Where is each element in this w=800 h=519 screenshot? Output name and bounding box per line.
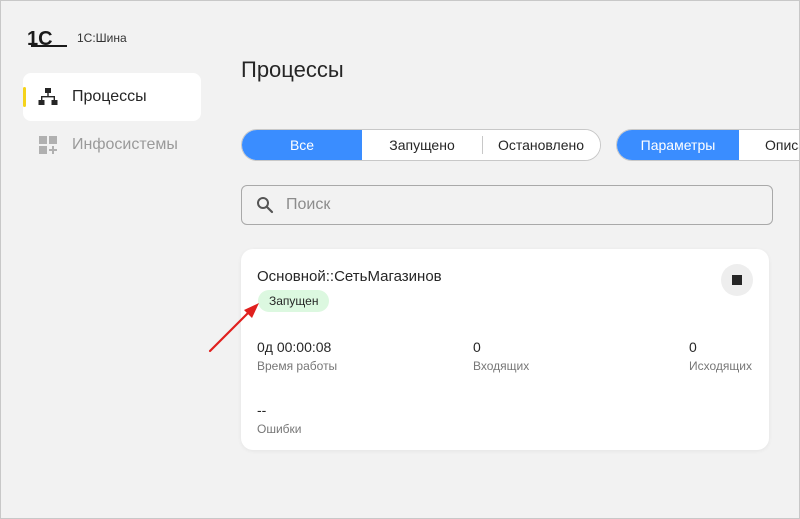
annotation-arrow-icon [208,303,259,353]
metric-label: Входящих [473,359,530,373]
metric-value: 0 [689,339,697,355]
process-card[interactable]: Основной::СетьМагазинов Запущен 0д 00:00… [241,249,769,450]
metric-value: 0 [473,339,481,355]
search-input[interactable] [286,196,746,214]
apps-add-icon [39,136,57,154]
search-icon [257,197,274,214]
metric-incoming: 0 Входящих [473,339,529,373]
sidebar-item-processes[interactable]: Процессы [23,73,201,121]
stop-icon [732,275,742,285]
metric-label: Ошибки [257,422,302,436]
status-filter-tabs: Все Запущено Остановлено [241,129,601,161]
metric-label: Время работы [257,359,338,373]
1c-logo-icon: 1С [27,28,67,48]
metric-value: 0д 00:00:08 [257,339,332,355]
filter-tab-all[interactable]: Все [242,130,362,160]
filter-tab-stopped[interactable]: Остановлено [482,130,600,160]
metric-uptime: 0д 00:00:08 Время работы [257,339,337,373]
filter-tab-running[interactable]: Запущено [362,130,482,160]
stop-button[interactable] [721,264,753,296]
process-name: Основной::СетьМагазинов [257,268,442,285]
sidebar-item-infosystems[interactable]: Инфосистемы [23,121,201,169]
page-title: Процессы [241,57,344,82]
app-window: 1С 1С:Шина Процессы Инфосистемы Процессы [0,0,800,519]
metric-errors: -- Ошибки [257,402,302,436]
process-tree-icon [38,88,58,105]
app-logo: 1С 1С:Шина [27,28,127,48]
view-tab-parameters[interactable]: Параметры [617,130,739,160]
metric-label: Исходящих [689,359,752,373]
metric-value: -- [257,402,267,418]
status-badge: Запущен [258,290,330,312]
sidebar-item-label: Процессы [72,88,147,105]
search-box [241,185,773,225]
view-tabs: Параметры Описа [616,129,799,161]
app-title: 1С:Шина [77,31,127,45]
view-tab-description[interactable]: Описа [739,130,799,160]
metric-outgoing: 0 Исходящих [689,339,752,373]
sidebar-item-label: Инфосистемы [72,136,178,153]
